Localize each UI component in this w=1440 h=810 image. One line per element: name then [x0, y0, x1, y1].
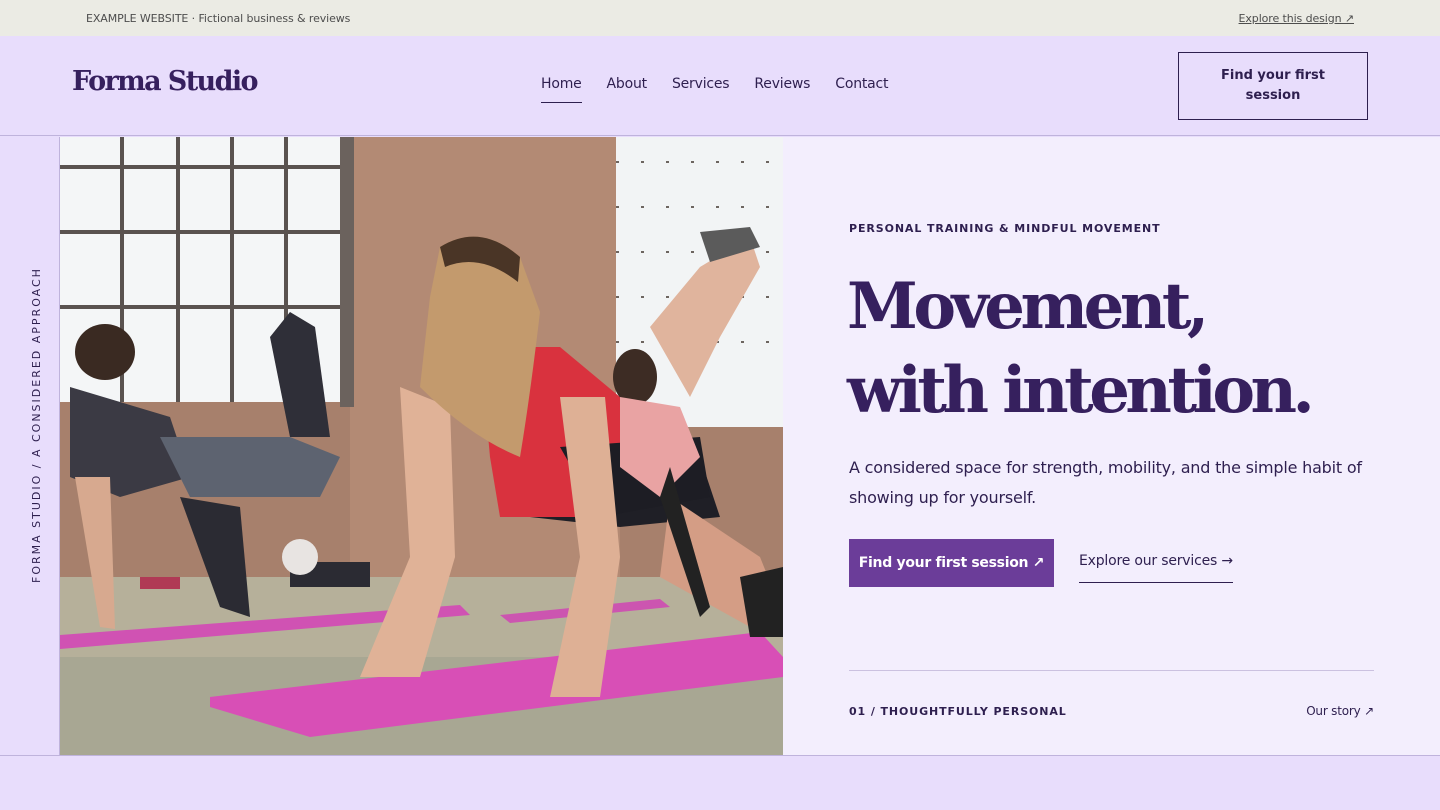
logo[interactable]: Forma Studio — [72, 66, 259, 97]
hero-subtext: A considered space for strength, mobilit… — [849, 458, 1362, 507]
nav-home[interactable]: Home — [541, 76, 582, 103]
side-rail: FORMA STUDIO / A CONSIDERED APPROACH — [0, 137, 60, 755]
main-nav: Home About Services Reviews Contact — [541, 76, 889, 103]
headline-line-2: with intention. — [847, 353, 1315, 428]
hero-divider — [849, 670, 1374, 671]
hero-headline: Movement, with intention. — [847, 265, 1407, 433]
announcement-bar: EXAMPLE WEBSITE · Fictional business & r… — [0, 0, 1440, 36]
nav-reviews[interactable]: Reviews — [754, 76, 810, 103]
headline-line-1: Movement, — [847, 269, 1209, 344]
find-session-button[interactable]: Find your first session ↗ — [849, 539, 1054, 587]
hero-photo-illustration — [60, 137, 783, 755]
next-section — [0, 755, 1440, 810]
hero-section: PERSONAL TRAINING & MINDFUL MOVEMENT Mov… — [783, 137, 1440, 755]
hero-photo — [60, 137, 783, 755]
section-label: 01 / THOUGHTFULLY PERSONAL — [849, 705, 1067, 718]
hero-eyebrow: PERSONAL TRAINING & MINDFUL MOVEMENT — [849, 222, 1161, 235]
nav-contact[interactable]: Contact — [835, 76, 888, 103]
nav-services[interactable]: Services — [672, 76, 730, 103]
site-header: Forma Studio Home About Services Reviews… — [0, 36, 1440, 136]
nav-about[interactable]: About — [607, 76, 648, 103]
header-cta-button[interactable]: Find your first session — [1178, 52, 1368, 120]
explore-services-link[interactable]: Explore our services → — [1079, 553, 1233, 583]
side-rail-text: FORMA STUDIO / A CONSIDERED APPROACH — [30, 267, 43, 583]
our-story-link[interactable]: Our story ↗ — [1306, 704, 1374, 718]
explore-design-link[interactable]: Explore this design ↗ — [1239, 12, 1355, 25]
site-label: EXAMPLE WEBSITE · Fictional business & r… — [86, 11, 351, 25]
